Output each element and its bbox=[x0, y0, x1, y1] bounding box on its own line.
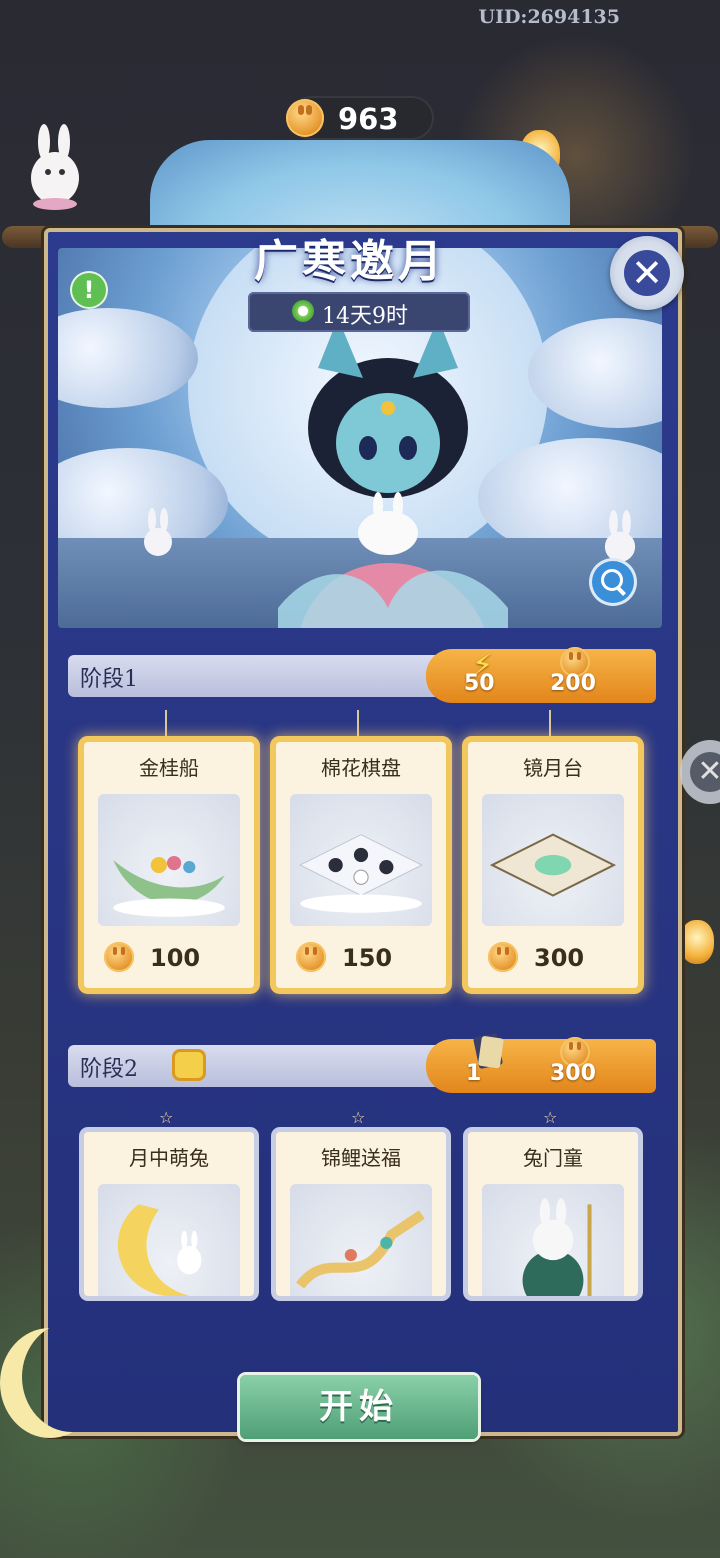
item-name: 金桂船 bbox=[139, 756, 199, 780]
card-hanger bbox=[549, 710, 551, 740]
mooncake-coin-icon bbox=[104, 942, 134, 972]
item-name: 兔门童 bbox=[523, 1146, 583, 1170]
item-card-5[interactable]: 锦鲤送福 bbox=[276, 1132, 446, 1296]
info-alert-icon[interactable]: ! bbox=[72, 273, 106, 307]
lock-badge-icon bbox=[172, 1049, 206, 1081]
start-button[interactable]: 开始 bbox=[240, 1375, 478, 1439]
item-card-2[interactable]: 棉花棋盘 150 bbox=[276, 742, 446, 988]
magnify-icon[interactable] bbox=[592, 561, 634, 603]
user-id: UID:2694135 bbox=[478, 6, 621, 28]
item-art bbox=[290, 794, 432, 926]
ticket-cost: 1 bbox=[466, 1061, 482, 1086]
koi-bridge-icon bbox=[296, 1210, 425, 1289]
boat-icon bbox=[113, 855, 225, 917]
stage-label: 阶段2 bbox=[80, 1057, 138, 1082]
event-timer: 14天9时 bbox=[248, 292, 470, 332]
rabbit-decoration bbox=[144, 508, 172, 556]
item-art bbox=[482, 794, 624, 926]
card-hanger bbox=[357, 710, 359, 740]
clock-icon bbox=[292, 300, 314, 322]
item-art bbox=[482, 1184, 624, 1296]
mooncake-currency: 963 bbox=[286, 96, 434, 140]
item-name: 月中萌兔 bbox=[129, 1146, 209, 1170]
change-character-illustration bbox=[278, 318, 508, 628]
rabbit-guard-icon bbox=[522, 1198, 592, 1296]
item-card-6[interactable]: 兔门童 bbox=[468, 1132, 638, 1296]
stage-2-cost: 1 300 bbox=[426, 1033, 656, 1093]
timer-text: 14天9时 bbox=[322, 304, 408, 329]
crescent-moon-rabbit-icon bbox=[117, 1204, 202, 1296]
close-icon: ✕ bbox=[690, 752, 720, 792]
stage-1-cost: ⚡ 50 200 bbox=[426, 647, 656, 703]
item-name: 棉花棋盘 bbox=[321, 756, 401, 780]
stage-label: 阶段1 bbox=[80, 667, 138, 692]
rabbit-decoration bbox=[31, 124, 79, 210]
energy-cost: 50 bbox=[464, 671, 495, 696]
card-hanger bbox=[165, 710, 167, 740]
close-button[interactable]: ✕ bbox=[610, 236, 684, 310]
event-title-ribbon: 广寒邀月 bbox=[140, 225, 560, 295]
mooncake-coin-icon bbox=[286, 99, 324, 137]
stage-1-bar: 阶段1 ⚡ 50 200 bbox=[68, 647, 656, 703]
mooncake-cost: 300 bbox=[550, 1061, 596, 1086]
crescent-moon-decoration bbox=[0, 1328, 100, 1438]
cloud bbox=[58, 308, 198, 408]
item-art bbox=[98, 1184, 240, 1296]
price-value: 150 bbox=[342, 944, 393, 972]
lantern-decoration bbox=[680, 920, 714, 964]
price-value: 300 bbox=[534, 944, 585, 972]
rabbit-decoration bbox=[604, 510, 636, 562]
star-ornament: ☆ bbox=[543, 1108, 558, 1127]
mooncake-cost: 200 bbox=[550, 671, 596, 696]
item-art bbox=[290, 1184, 432, 1296]
mooncake-count: 963 bbox=[338, 102, 399, 136]
item-card-3[interactable]: 镜月台 300 bbox=[468, 742, 638, 988]
item-card-1[interactable]: 金桂船 100 bbox=[84, 742, 254, 988]
price-value: 100 bbox=[150, 944, 201, 972]
star-ornament: ☆ bbox=[159, 1108, 174, 1127]
item-card-4[interactable]: 月中萌兔 bbox=[84, 1132, 254, 1296]
event-title: 广寒邀月 bbox=[254, 236, 446, 287]
mooncake-coin-icon bbox=[488, 942, 518, 972]
item-name: 锦鲤送福 bbox=[321, 1146, 401, 1170]
mirror-platform-icon bbox=[489, 833, 617, 897]
chessboard-icon bbox=[299, 834, 423, 913]
cloud bbox=[528, 318, 662, 428]
item-name: 镜月台 bbox=[523, 756, 583, 780]
close-icon: ✕ bbox=[624, 250, 670, 296]
mooncake-coin-icon bbox=[296, 942, 326, 972]
star-ornament: ☆ bbox=[351, 1108, 366, 1127]
item-art bbox=[98, 794, 240, 926]
stage-2-bar: 阶段2 1 300 bbox=[68, 1033, 656, 1093]
